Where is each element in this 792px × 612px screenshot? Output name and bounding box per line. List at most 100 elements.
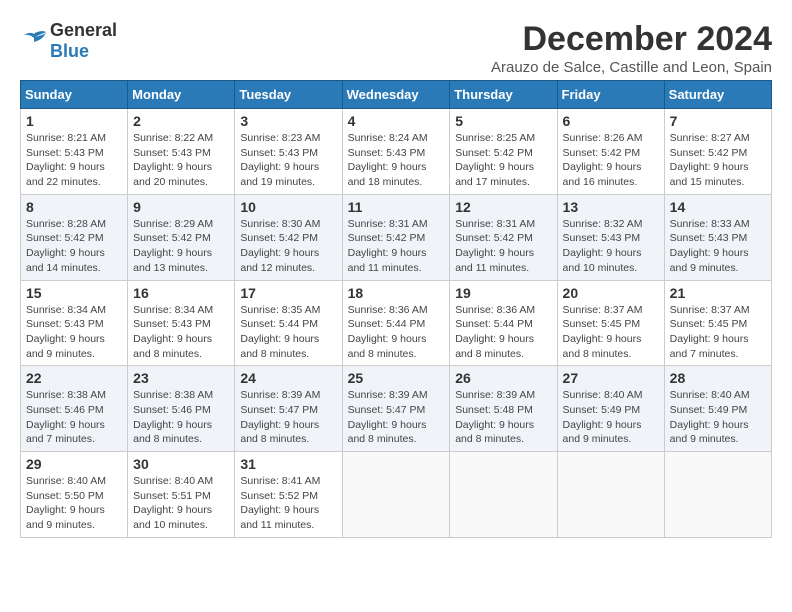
day-info: Sunrise: 8:33 AMSunset: 5:43 PMDaylight:… xyxy=(670,218,750,274)
day-number: 12 xyxy=(455,199,551,215)
table-row: 3 Sunrise: 8:23 AMSunset: 5:43 PMDayligh… xyxy=(235,109,342,195)
day-info: Sunrise: 8:25 AMSunset: 5:42 PMDaylight:… xyxy=(455,132,535,188)
calendar: Sunday Monday Tuesday Wednesday Thursday… xyxy=(20,80,772,538)
day-info: Sunrise: 8:24 AMSunset: 5:43 PMDaylight:… xyxy=(348,132,428,188)
day-number: 1 xyxy=(26,113,122,129)
table-row: 16 Sunrise: 8:34 AMSunset: 5:43 PMDaylig… xyxy=(128,280,235,366)
day-info: Sunrise: 8:36 AMSunset: 5:44 PMDaylight:… xyxy=(348,304,428,360)
col-wednesday: Wednesday xyxy=(342,81,450,109)
day-info: Sunrise: 8:31 AMSunset: 5:42 PMDaylight:… xyxy=(455,218,535,274)
title-area: December 2024 Arauzo de Salce, Castille … xyxy=(491,20,772,76)
table-row: 14 Sunrise: 8:33 AMSunset: 5:43 PMDaylig… xyxy=(664,194,771,280)
table-row: 19 Sunrise: 8:36 AMSunset: 5:44 PMDaylig… xyxy=(450,280,557,366)
table-row xyxy=(664,452,771,538)
day-number: 30 xyxy=(133,456,229,472)
logo-icon xyxy=(20,30,48,52)
table-row: 5 Sunrise: 8:25 AMSunset: 5:42 PMDayligh… xyxy=(450,109,557,195)
col-thursday: Thursday xyxy=(450,81,557,109)
table-row: 27 Sunrise: 8:40 AMSunset: 5:49 PMDaylig… xyxy=(557,366,664,452)
day-info: Sunrise: 8:22 AMSunset: 5:43 PMDaylight:… xyxy=(133,132,213,188)
day-number: 22 xyxy=(26,370,122,386)
table-row xyxy=(450,452,557,538)
table-row: 4 Sunrise: 8:24 AMSunset: 5:43 PMDayligh… xyxy=(342,109,450,195)
day-number: 31 xyxy=(240,456,336,472)
day-info: Sunrise: 8:40 AMSunset: 5:50 PMDaylight:… xyxy=(26,475,106,531)
table-row: 12 Sunrise: 8:31 AMSunset: 5:42 PMDaylig… xyxy=(450,194,557,280)
day-info: Sunrise: 8:27 AMSunset: 5:42 PMDaylight:… xyxy=(670,132,750,188)
day-info: Sunrise: 8:21 AMSunset: 5:43 PMDaylight:… xyxy=(26,132,106,188)
table-row: 31 Sunrise: 8:41 AMSunset: 5:52 PMDaylig… xyxy=(235,452,342,538)
day-info: Sunrise: 8:37 AMSunset: 5:45 PMDaylight:… xyxy=(563,304,643,360)
day-number: 21 xyxy=(670,285,766,301)
table-row: 7 Sunrise: 8:27 AMSunset: 5:42 PMDayligh… xyxy=(664,109,771,195)
day-info: Sunrise: 8:40 AMSunset: 5:49 PMDaylight:… xyxy=(670,389,750,445)
day-number: 8 xyxy=(26,199,122,215)
day-number: 29 xyxy=(26,456,122,472)
day-info: Sunrise: 8:39 AMSunset: 5:48 PMDaylight:… xyxy=(455,389,535,445)
day-info: Sunrise: 8:39 AMSunset: 5:47 PMDaylight:… xyxy=(348,389,428,445)
table-row: 6 Sunrise: 8:26 AMSunset: 5:42 PMDayligh… xyxy=(557,109,664,195)
day-number: 17 xyxy=(240,285,336,301)
day-number: 18 xyxy=(348,285,445,301)
table-row: 28 Sunrise: 8:40 AMSunset: 5:49 PMDaylig… xyxy=(664,366,771,452)
day-number: 10 xyxy=(240,199,336,215)
day-info: Sunrise: 8:26 AMSunset: 5:42 PMDaylight:… xyxy=(563,132,643,188)
day-number: 4 xyxy=(348,113,445,129)
table-row: 13 Sunrise: 8:32 AMSunset: 5:43 PMDaylig… xyxy=(557,194,664,280)
table-row: 21 Sunrise: 8:37 AMSunset: 5:45 PMDaylig… xyxy=(664,280,771,366)
table-row xyxy=(342,452,450,538)
day-info: Sunrise: 8:34 AMSunset: 5:43 PMDaylight:… xyxy=(133,304,213,360)
table-row: 26 Sunrise: 8:39 AMSunset: 5:48 PMDaylig… xyxy=(450,366,557,452)
table-row: 8 Sunrise: 8:28 AMSunset: 5:42 PMDayligh… xyxy=(21,194,128,280)
day-info: Sunrise: 8:38 AMSunset: 5:46 PMDaylight:… xyxy=(26,389,106,445)
day-info: Sunrise: 8:35 AMSunset: 5:44 PMDaylight:… xyxy=(240,304,320,360)
day-info: Sunrise: 8:36 AMSunset: 5:44 PMDaylight:… xyxy=(455,304,535,360)
day-number: 14 xyxy=(670,199,766,215)
table-row: 15 Sunrise: 8:34 AMSunset: 5:43 PMDaylig… xyxy=(21,280,128,366)
table-row: 11 Sunrise: 8:31 AMSunset: 5:42 PMDaylig… xyxy=(342,194,450,280)
day-info: Sunrise: 8:28 AMSunset: 5:42 PMDaylight:… xyxy=(26,218,106,274)
day-info: Sunrise: 8:34 AMSunset: 5:43 PMDaylight:… xyxy=(26,304,106,360)
day-number: 15 xyxy=(26,285,122,301)
day-number: 28 xyxy=(670,370,766,386)
table-row: 20 Sunrise: 8:37 AMSunset: 5:45 PMDaylig… xyxy=(557,280,664,366)
day-number: 7 xyxy=(670,113,766,129)
day-number: 24 xyxy=(240,370,336,386)
col-friday: Friday xyxy=(557,81,664,109)
day-number: 23 xyxy=(133,370,229,386)
table-row: 22 Sunrise: 8:38 AMSunset: 5:46 PMDaylig… xyxy=(21,366,128,452)
day-number: 25 xyxy=(348,370,445,386)
day-info: Sunrise: 8:30 AMSunset: 5:42 PMDaylight:… xyxy=(240,218,320,274)
day-number: 11 xyxy=(348,199,445,215)
col-sunday: Sunday xyxy=(21,81,128,109)
table-row: 24 Sunrise: 8:39 AMSunset: 5:47 PMDaylig… xyxy=(235,366,342,452)
day-number: 6 xyxy=(563,113,659,129)
col-monday: Monday xyxy=(128,81,235,109)
day-number: 20 xyxy=(563,285,659,301)
table-row: 29 Sunrise: 8:40 AMSunset: 5:50 PMDaylig… xyxy=(21,452,128,538)
day-number: 9 xyxy=(133,199,229,215)
month-title: December 2024 xyxy=(491,20,772,59)
table-row: 25 Sunrise: 8:39 AMSunset: 5:47 PMDaylig… xyxy=(342,366,450,452)
day-info: Sunrise: 8:23 AMSunset: 5:43 PMDaylight:… xyxy=(240,132,320,188)
day-info: Sunrise: 8:31 AMSunset: 5:42 PMDaylight:… xyxy=(348,218,428,274)
day-info: Sunrise: 8:38 AMSunset: 5:46 PMDaylight:… xyxy=(133,389,213,445)
day-info: Sunrise: 8:39 AMSunset: 5:47 PMDaylight:… xyxy=(240,389,320,445)
day-number: 2 xyxy=(133,113,229,129)
logo-general: General xyxy=(50,20,117,40)
day-number: 26 xyxy=(455,370,551,386)
logo-blue: Blue xyxy=(50,41,89,61)
location-title: Arauzo de Salce, Castille and Leon, Spai… xyxy=(491,59,772,76)
table-row: 10 Sunrise: 8:30 AMSunset: 5:42 PMDaylig… xyxy=(235,194,342,280)
table-row: 23 Sunrise: 8:38 AMSunset: 5:46 PMDaylig… xyxy=(128,366,235,452)
col-tuesday: Tuesday xyxy=(235,81,342,109)
table-row: 30 Sunrise: 8:40 AMSunset: 5:51 PMDaylig… xyxy=(128,452,235,538)
day-number: 3 xyxy=(240,113,336,129)
day-info: Sunrise: 8:37 AMSunset: 5:45 PMDaylight:… xyxy=(670,304,750,360)
table-row: 17 Sunrise: 8:35 AMSunset: 5:44 PMDaylig… xyxy=(235,280,342,366)
table-row xyxy=(557,452,664,538)
day-info: Sunrise: 8:29 AMSunset: 5:42 PMDaylight:… xyxy=(133,218,213,274)
table-row: 1 Sunrise: 8:21 AMSunset: 5:43 PMDayligh… xyxy=(21,109,128,195)
day-number: 5 xyxy=(455,113,551,129)
logo: General Blue xyxy=(20,20,117,62)
